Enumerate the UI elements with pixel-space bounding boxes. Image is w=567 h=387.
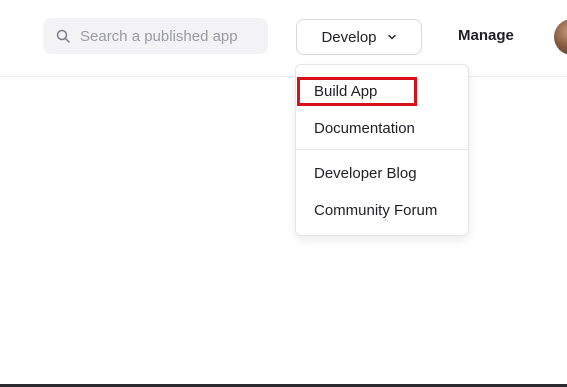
manage-link[interactable]: Manage	[458, 27, 514, 44]
top-navigation-bar: Develop Manage	[0, 0, 567, 77]
develop-menu-label: Develop	[321, 28, 377, 46]
develop-dropdown-menu: Build App Documentation Developer Blog C…	[295, 64, 469, 236]
search-input[interactable]	[80, 27, 260, 45]
menu-item-documentation[interactable]: Documentation	[314, 120, 415, 137]
search-icon	[56, 29, 70, 43]
develop-menu-button[interactable]: Develop	[296, 19, 422, 55]
menu-item-community-forum[interactable]: Community Forum	[314, 202, 437, 219]
menu-item-developer-blog[interactable]: Developer Blog	[314, 165, 417, 182]
search-box[interactable]	[43, 18, 268, 54]
menu-divider	[296, 149, 468, 150]
chevron-down-icon	[387, 32, 397, 42]
avatar[interactable]	[554, 19, 567, 55]
menu-item-build-app[interactable]: Build App	[314, 83, 377, 100]
